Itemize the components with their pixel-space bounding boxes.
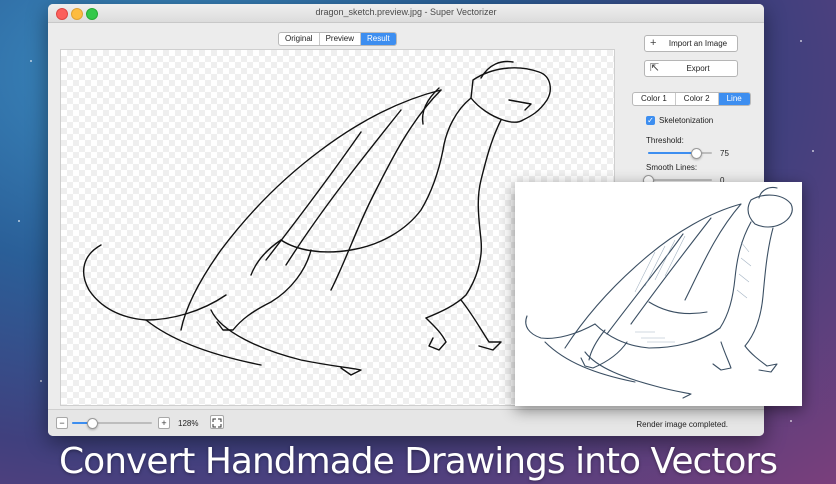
original-sketch-image xyxy=(515,182,802,406)
background-star xyxy=(40,380,42,382)
bottom-bar: − + 128% Render image completed. xyxy=(48,409,764,436)
import-button-label: Import an Image xyxy=(668,39,728,48)
status-text: Render image completed. xyxy=(636,420,728,429)
zoom-in-button[interactable]: + xyxy=(158,417,170,429)
mode-tabs: Color 1 Color 2 Line xyxy=(632,92,751,106)
import-image-button[interactable]: + Import an Image xyxy=(644,35,738,52)
export-button-label: Export xyxy=(686,64,710,73)
view-tabs: Original Preview Result xyxy=(278,32,397,46)
tab-result[interactable]: Result xyxy=(361,33,396,45)
background-star xyxy=(812,150,814,152)
tab-preview[interactable]: Preview xyxy=(320,33,362,45)
background-star xyxy=(18,220,20,222)
tab-original[interactable]: Original xyxy=(279,33,320,45)
window-title: dragon_sketch.preview.jpg - Super Vector… xyxy=(315,7,497,17)
threshold-label: Threshold: xyxy=(646,136,684,145)
background-star xyxy=(30,60,32,62)
background-star xyxy=(800,40,802,42)
skeletonization-checkbox[interactable]: ✓ xyxy=(646,116,655,125)
threshold-value: 75 xyxy=(720,149,729,158)
zoom-slider[interactable] xyxy=(72,418,152,429)
smooth-lines-label: Smooth Lines: xyxy=(646,163,698,172)
smooth-lines-slider[interactable] xyxy=(643,175,712,186)
threshold-slider-fill xyxy=(648,152,696,154)
sketch-dragon-drawing xyxy=(525,186,793,399)
export-icon: ⇱ xyxy=(650,62,660,74)
background-star xyxy=(790,420,792,422)
fullscreen-icon xyxy=(212,418,222,428)
threshold-slider[interactable] xyxy=(648,148,712,159)
tab-line[interactable]: Line xyxy=(718,93,750,105)
skeletonization-label: Skeletonization xyxy=(659,116,714,125)
headline: Convert Handmade Drawings into Vectors xyxy=(59,441,778,482)
plus-icon: + xyxy=(650,37,657,49)
export-button[interactable]: ⇱ Export xyxy=(644,60,738,77)
tab-color-2[interactable]: Color 2 xyxy=(676,93,719,105)
title-bar: dragon_sketch.preview.jpg - Super Vector… xyxy=(48,4,764,23)
zoom-slider-knob[interactable] xyxy=(87,418,98,429)
fit-to-window-button[interactable] xyxy=(210,415,224,429)
zoom-level: 128% xyxy=(178,419,199,428)
tab-color-1[interactable]: Color 1 xyxy=(633,93,676,105)
zoom-out-button[interactable]: − xyxy=(56,417,68,429)
threshold-slider-knob[interactable] xyxy=(691,148,702,159)
